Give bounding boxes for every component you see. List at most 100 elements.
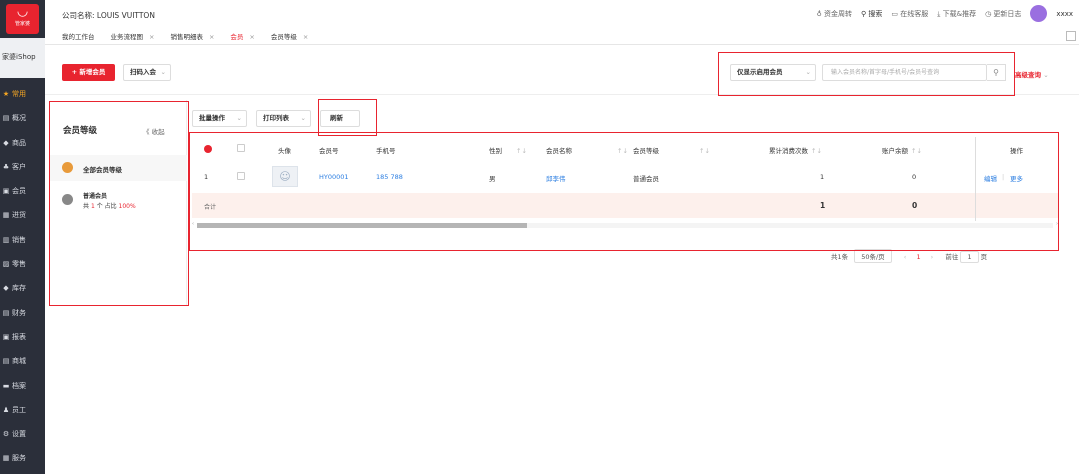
more-link[interactable]: 更多 bbox=[1010, 173, 1023, 183]
stat-prefix: 共 bbox=[83, 203, 90, 210]
search-icon[interactable]: ⚲ bbox=[987, 64, 1006, 81]
customer-icon: ♣ bbox=[2, 162, 10, 171]
nav-label: 报表 bbox=[12, 332, 26, 341]
member-no[interactable]: HY00001 bbox=[319, 173, 349, 181]
col-actions: 操作 bbox=[1010, 147, 1023, 155]
tab-sales-detail[interactable]: 销售明细表 × bbox=[170, 31, 214, 41]
scan-import-dropdown[interactable]: 扫码入会 ⌄ bbox=[123, 64, 171, 81]
tab-label: 我的工作台 bbox=[62, 33, 95, 41]
nav-item-retail[interactable]: ▨ 零售 bbox=[0, 252, 45, 276]
close-icon[interactable]: × bbox=[249, 33, 254, 41]
user-name[interactable]: xxxx bbox=[1056, 10, 1073, 18]
sort-icon[interactable]: ↑↓ bbox=[911, 147, 922, 155]
column-settings-icon[interactable] bbox=[204, 145, 212, 155]
sales-icon: ▥ bbox=[2, 235, 10, 244]
page-tabs: 我的工作台 业务流程图 × 销售明细表 × 会员 × 会员等级 × bbox=[45, 28, 1079, 45]
nav-item-common[interactable]: ★ 常用 bbox=[0, 82, 45, 106]
row-checkbox[interactable] bbox=[237, 172, 245, 182]
search-icon: ⚲ bbox=[861, 9, 867, 18]
edit-link[interactable]: 编辑 bbox=[984, 173, 997, 183]
member-level: 普通会员 bbox=[633, 175, 659, 183]
horizontal-scrollbar[interactable]: ‹ › bbox=[192, 221, 1058, 229]
page-size-select[interactable]: 50条/页 bbox=[854, 249, 892, 263]
member-name[interactable]: 邱李伟 bbox=[546, 173, 566, 183]
top-bar: 公司名称: LOUIS VUITTON ♁ 资金周转 ⚲ 搜索 ▭ 在线客服 ⤓… bbox=[45, 0, 1079, 28]
sort-icon[interactable]: ↑↓ bbox=[699, 147, 710, 155]
member-search-input[interactable]: 输入会员名称/首字母/手机号/会员号查询 bbox=[822, 64, 987, 81]
col-gender[interactable]: 性别 ↑↓ bbox=[489, 145, 527, 155]
close-icon[interactable]: × bbox=[209, 33, 214, 41]
nav-item-member[interactable]: ▣ 会员 bbox=[0, 179, 45, 203]
gender: 男 bbox=[489, 175, 496, 183]
tab-flowchart[interactable]: 业务流程图 × bbox=[111, 31, 155, 41]
col-consume[interactable]: 累计消费次数 ↑↓ bbox=[769, 145, 822, 155]
level-icon bbox=[62, 162, 73, 173]
scroll-right-icon[interactable]: › bbox=[1056, 221, 1058, 227]
col-balance[interactable]: 账户余额 ↑↓ bbox=[882, 145, 922, 155]
refresh-button[interactable]: 刷新 bbox=[320, 110, 360, 127]
status-filter-select[interactable]: 仅显示启用会员 ⌄ bbox=[730, 64, 816, 81]
nav-item-customer[interactable]: ♣ 客户 bbox=[0, 155, 45, 179]
select-all-checkbox[interactable] bbox=[237, 144, 245, 154]
batch-operation-dropdown[interactable]: 批量操作 ⌄ bbox=[192, 110, 247, 127]
nav-item-settings[interactable]: ⚙ 设置 bbox=[0, 422, 45, 446]
stock-icon: ◆ bbox=[3, 284, 9, 293]
add-member-button[interactable]: + 新增会员 bbox=[62, 64, 115, 81]
tab-workbench[interactable]: 我的工作台 bbox=[62, 31, 95, 41]
level-item-normal[interactable]: 普通会员 共 1 个 占比 100% bbox=[50, 186, 187, 212]
col-level[interactable]: 会员等级 ↑↓ bbox=[633, 145, 710, 155]
col-consume-label: 累计消费次数 bbox=[769, 147, 808, 155]
nav-item-sales[interactable]: ▥ 销售 bbox=[0, 228, 45, 252]
scroll-left-icon[interactable]: ‹ bbox=[192, 221, 194, 227]
user-avatar[interactable] bbox=[1030, 5, 1048, 22]
totals-row: 合计 1 0 bbox=[192, 193, 1058, 218]
tab-member[interactable]: 会员 × bbox=[230, 31, 254, 41]
col-phone: 手机号 bbox=[376, 147, 396, 155]
current-page[interactable]: 1 bbox=[916, 253, 920, 261]
prev-page-icon[interactable]: ‹ bbox=[904, 253, 907, 261]
print-list-dropdown[interactable]: 打印列表 ⌄ bbox=[256, 110, 311, 127]
purchase-icon: ▦ bbox=[2, 211, 10, 220]
download-link[interactable]: ⤓ 下载&推荐 bbox=[937, 9, 976, 19]
online-service-link[interactable]: ▭ 在线客服 bbox=[891, 9, 928, 19]
goto-page-value: 1 bbox=[967, 253, 972, 261]
logo-text: 管家婆 bbox=[14, 21, 30, 27]
close-icon[interactable]: × bbox=[303, 33, 308, 41]
main-nav: ★ 常用 ▤ 概况 ◆ 商品 ♣ 客户 ▣ 会员 ▦ 进货 ▥ 销售 ▨ 零售 ◆ 库存 ▤ 财务 … bbox=[0, 82, 45, 471]
advanced-search-link[interactable]: 高级查询 ⌄ bbox=[1015, 69, 1049, 79]
sort-icon[interactable]: ↑↓ bbox=[811, 147, 822, 155]
table-row[interactable]: 1 ☺ HY00001 185 788 男 邱李伟 普通会员 1 0 编辑 | … bbox=[192, 164, 1058, 188]
close-icon[interactable]: × bbox=[149, 33, 154, 41]
nav-item-service[interactable]: ▦ 服务 bbox=[0, 446, 45, 470]
nav-item-stock[interactable]: ◆ 库存 bbox=[0, 276, 45, 300]
sort-icon[interactable]: ↑↓ bbox=[617, 147, 628, 155]
sort-icon[interactable]: ↑↓ bbox=[516, 147, 527, 155]
consume-count: 1 bbox=[820, 173, 825, 181]
nav-item-finance[interactable]: ▤ 财务 bbox=[0, 301, 45, 325]
funds-link[interactable]: ♁ 资金周转 bbox=[817, 9, 852, 19]
goto-page-input[interactable]: 1 bbox=[960, 251, 979, 263]
scroll-thumb[interactable] bbox=[197, 223, 527, 228]
clock-icon: ◷ bbox=[985, 9, 992, 18]
nav-item-staff[interactable]: ♟ 员工 bbox=[0, 398, 45, 422]
collapse-button[interactable]: 《 收起 bbox=[143, 126, 165, 136]
nav-label: 财务 bbox=[12, 308, 26, 317]
level-count: 1 bbox=[90, 203, 95, 210]
search-link[interactable]: ⚲ 搜索 bbox=[861, 9, 882, 19]
nav-item-purchase[interactable]: ▦ 进货 bbox=[0, 203, 45, 227]
next-page-icon[interactable]: › bbox=[931, 253, 934, 261]
tab-member-level[interactable]: 会员等级 × bbox=[271, 31, 308, 41]
changelog-link[interactable]: ◷ 更新日志 bbox=[985, 9, 1021, 19]
level-item-all[interactable]: 全部会员等级 bbox=[50, 155, 187, 181]
col-balance-label: 账户余额 bbox=[882, 147, 908, 155]
tab-menu-icon[interactable] bbox=[1066, 31, 1076, 41]
nav-item-archive[interactable]: ▬ 档案 bbox=[0, 374, 45, 398]
nav-item-mall[interactable]: ▤ 商城 bbox=[0, 349, 45, 373]
chevron-down-icon: ⌄ bbox=[1043, 71, 1049, 79]
nav-item-goods[interactable]: ◆ 商品 bbox=[0, 131, 45, 155]
funds-label: 资金周转 bbox=[824, 9, 853, 18]
nav-item-overview[interactable]: ▤ 概况 bbox=[0, 106, 45, 130]
app-logo[interactable]: ◡ 管家婆 bbox=[6, 4, 39, 34]
col-name[interactable]: 会员名称 ↑↓ bbox=[546, 145, 628, 155]
nav-item-report[interactable]: ▣ 报表 bbox=[0, 325, 45, 349]
